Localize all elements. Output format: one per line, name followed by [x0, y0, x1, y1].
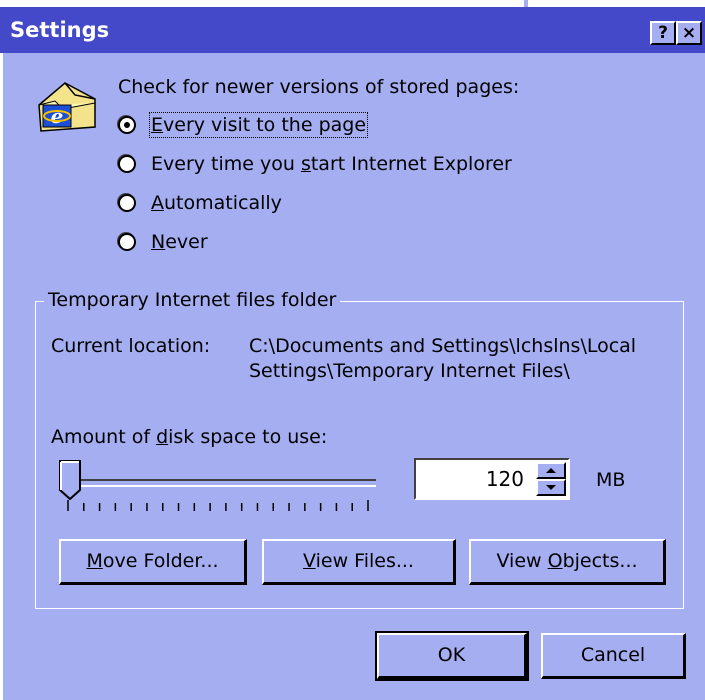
current-location-path-1: C:\Documents and Settings\lchslns\Local — [249, 335, 637, 357]
disk-slider-ticks — [67, 500, 369, 511]
title-bar[interactable]: Settings ? × — [0, 7, 705, 53]
current-location-path-2: Settings\Temporary Internet Files\ — [249, 360, 570, 382]
help-button[interactable]: ? — [650, 21, 676, 45]
background-strip — [0, 0, 705, 7]
spinner-down-button[interactable] — [536, 479, 566, 496]
disk-space-spinner[interactable]: 120 — [414, 458, 570, 500]
radio-label[interactable]: Automatically — [151, 192, 282, 214]
disk-space-label: Amount of disk space to use: — [51, 426, 328, 448]
dialog-title: Settings — [10, 18, 110, 42]
view-objects-button[interactable]: View Objects... — [469, 539, 666, 585]
disk-space-value[interactable]: 120 — [486, 467, 524, 491]
temp-files-legend: Temporary Internet files folder — [44, 289, 341, 311]
radio-button[interactable] — [118, 194, 136, 212]
radio-label[interactable]: Every visit to the page — [148, 112, 369, 138]
spinner-buttons — [536, 462, 566, 496]
check-heading: Check for newer versions of stored pages… — [118, 76, 520, 98]
radio-label[interactable]: Every time you start Internet Explorer — [151, 153, 512, 175]
unit-label: MB — [596, 469, 626, 491]
ie-folder-icon: e — [38, 82, 96, 132]
disk-slider-track[interactable] — [70, 479, 376, 487]
disk-slider-thumb[interactable] — [59, 460, 81, 500]
radio-button[interactable] — [118, 233, 136, 251]
radio-automatically[interactable]: Automatically — [118, 189, 282, 217]
arrow-up-icon — [546, 468, 556, 473]
radio-never[interactable]: Never — [118, 228, 208, 256]
radio-button[interactable] — [118, 155, 136, 173]
ok-button[interactable]: OK — [375, 631, 529, 681]
current-location-label: Current location: — [51, 335, 211, 357]
radio-every-visit[interactable]: Every visit to the page — [118, 111, 369, 139]
close-button[interactable]: × — [676, 21, 702, 45]
view-files-button[interactable]: View Files... — [262, 539, 456, 585]
cancel-button[interactable]: Cancel — [541, 633, 686, 679]
radio-label[interactable]: Never — [151, 231, 208, 253]
spinner-up-button[interactable] — [536, 462, 566, 479]
move-folder-button[interactable]: Move Folder... — [59, 539, 247, 585]
radio-every-start[interactable]: Every time you start Internet Explorer — [118, 150, 512, 178]
arrow-down-icon — [546, 485, 556, 490]
radio-button[interactable] — [118, 116, 136, 134]
svg-text:e: e — [51, 104, 64, 128]
background-strip-gap — [524, 0, 528, 7]
